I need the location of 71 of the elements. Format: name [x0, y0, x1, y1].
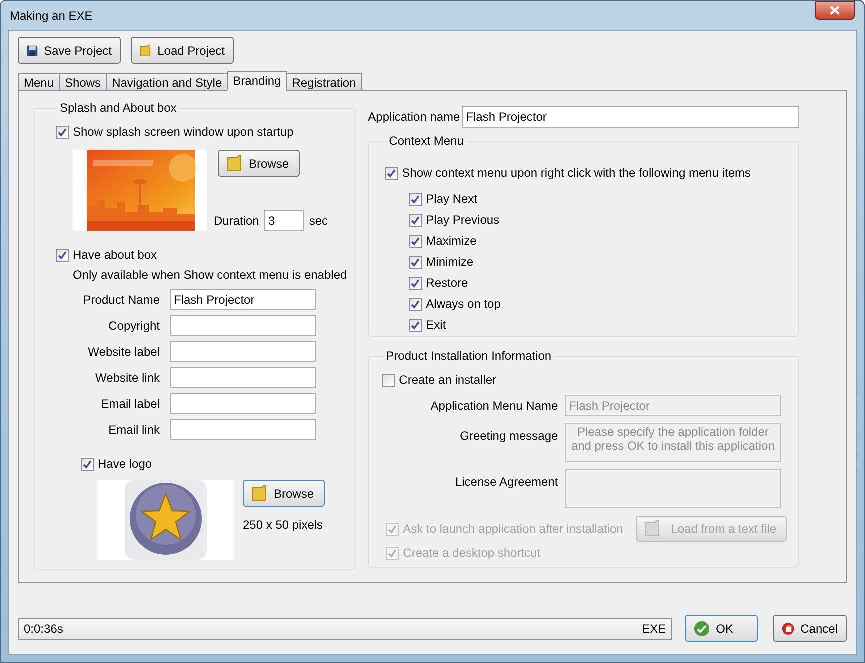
text-field[interactable]	[170, 341, 316, 362]
folder-icon	[645, 520, 662, 538]
close-button[interactable]	[815, 1, 855, 20]
text-field[interactable]	[170, 419, 316, 440]
check-icon	[411, 216, 420, 224]
about-note: Only available when Show context menu is enabled	[73, 267, 348, 284]
field-label: Email label	[100, 396, 160, 412]
tab[interactable]: Navigation and Style	[106, 73, 228, 91]
field-label: Copyright	[108, 318, 160, 334]
checkbox[interactable]: Have logo	[81, 455, 348, 473]
browse-button[interactable]: Browse	[218, 150, 300, 177]
field-label: Application name	[368, 109, 462, 126]
checkbox[interactable]: Maximize	[409, 232, 790, 250]
check-icon	[387, 168, 396, 178]
text-field[interactable]: Flash Projector	[170, 289, 316, 310]
check-icon	[411, 194, 420, 204]
group-title: Context Menu	[389, 134, 464, 148]
group-title: Splash and About box	[60, 101, 177, 115]
checkbox[interactable]: Show context menu upon right click with the following menu items	[385, 164, 790, 182]
check-icon	[58, 128, 67, 136]
close-icon	[830, 6, 840, 15]
tab[interactable]: Menu	[18, 73, 60, 91]
check-icon	[83, 460, 92, 468]
checkbox[interactable]: Create an installer	[382, 371, 790, 389]
duration-field[interactable]: 3	[264, 210, 304, 231]
check-icon	[388, 548, 398, 558]
text-field[interactable]	[170, 315, 316, 336]
field-label: Website label	[87, 344, 160, 360]
field-label: Application Menu Name	[430, 398, 558, 415]
size-hint: 250 x 50 pixels	[243, 517, 324, 534]
group-title: Product Installation Information	[386, 349, 552, 363]
checkbox[interactable]: Restore	[409, 274, 790, 292]
check-icon	[411, 300, 420, 308]
text-field[interactable]	[170, 393, 316, 414]
check-icon	[411, 278, 420, 288]
check-icon	[411, 258, 420, 266]
checkbox[interactable]: Play Next	[409, 190, 790, 208]
field-label: Product Name	[82, 292, 160, 308]
checkbox[interactable]: Show splash screen window upon startup	[56, 123, 348, 141]
field-label: Email link	[108, 422, 160, 438]
folder-icon	[252, 484, 268, 502]
output-mode: EXE	[642, 620, 666, 638]
cancel-button[interactable]: Cancel	[773, 615, 847, 642]
duration-label: Duration	[214, 212, 260, 230]
field-label: Greeting message	[459, 428, 558, 445]
toolbar-button[interactable]: Load Project	[131, 37, 234, 64]
tab[interactable]: Branding	[227, 71, 288, 91]
elapsed-time: 0:0:36s	[24, 620, 64, 638]
tab[interactable]: Shows	[59, 73, 108, 91]
checkbox[interactable]: Exit	[409, 316, 790, 334]
text-field[interactable]: Flash Projector	[462, 106, 800, 128]
browse-button[interactable]: Browse	[243, 480, 325, 507]
checkbox[interactable]: Always on top	[409, 295, 790, 313]
checkbox[interactable]: Have about box	[56, 246, 348, 264]
check-icon	[411, 320, 420, 330]
ok-button[interactable]: OK	[685, 615, 758, 642]
tab[interactable]: Registration	[286, 73, 362, 91]
folder-icon	[227, 154, 243, 172]
check-icon	[58, 250, 67, 260]
field-label: License Agreement	[454, 474, 558, 491]
window-title: Making an EXE	[10, 8, 93, 25]
toolbar-button[interactable]: Save Project	[18, 37, 121, 64]
checkbox[interactable]: Play Previous	[409, 211, 790, 229]
stop-hand-icon	[782, 620, 795, 636]
text-field[interactable]	[170, 367, 316, 388]
field-label: Website link	[94, 370, 160, 386]
seconds-unit: sec	[309, 212, 328, 230]
check-icon	[388, 524, 398, 534]
check-icon	[411, 236, 420, 246]
checkbox[interactable]: Minimize	[409, 253, 790, 271]
check-icon	[694, 620, 710, 636]
